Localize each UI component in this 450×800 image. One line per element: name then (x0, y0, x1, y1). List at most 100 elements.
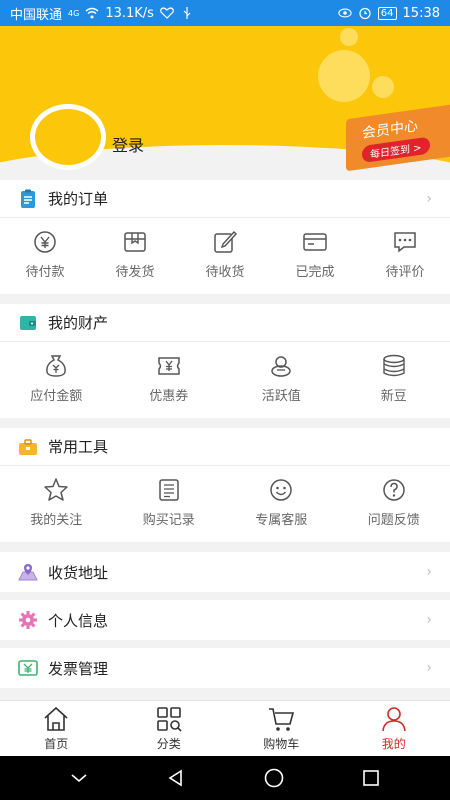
personal-info-row[interactable]: 个人信息 › (0, 600, 450, 640)
time-text: 15:38 (402, 5, 440, 21)
invoice-icon (18, 658, 38, 678)
clipboard-icon (18, 189, 38, 209)
tab-cart[interactable]: 购物车 (225, 701, 338, 756)
smile-icon (268, 477, 294, 503)
toolbox-icon (18, 437, 38, 457)
tab-home-label: 首页 (44, 737, 69, 751)
orders-title: 我的订单 (48, 190, 109, 208)
login-link[interactable]: 登录 (112, 132, 144, 156)
tab-category-label: 分类 (156, 737, 181, 751)
wealth-grid: 应付金额 优惠券 活跃值 新豆 (0, 342, 450, 414)
tab-mine[interactable]: 我的 (338, 701, 450, 756)
tool-feedback[interactable]: 问题反馈 (338, 477, 450, 528)
wealth-beans[interactable]: 新豆 (338, 353, 450, 404)
cart-icon (267, 705, 295, 733)
vip-center-title: 会员中心 (362, 118, 418, 143)
wealth-activity[interactable]: 活跃值 (225, 353, 338, 404)
wealth-title: 我的财产 (48, 314, 109, 332)
edit-icon (212, 229, 238, 255)
wealth-coupon-label: 优惠券 (149, 388, 189, 404)
order-pending-review[interactable]: 待评价 (360, 229, 450, 280)
decor-bubble (318, 50, 370, 102)
tool-customer-service-label: 专属客服 (255, 512, 308, 528)
gear-icon (18, 610, 38, 630)
wealth-beans-label: 新豆 (380, 388, 407, 404)
tools-title: 常用工具 (48, 438, 109, 456)
chevron-right-icon: › (426, 612, 432, 628)
tool-purchase-history[interactable]: 购买记录 (113, 477, 226, 528)
order-pending-receipt-label: 待收货 (205, 264, 245, 280)
chevron-right-icon: › (426, 660, 432, 676)
decor-bubble (372, 76, 394, 98)
order-pending-shipment[interactable]: 待发货 (90, 229, 180, 280)
order-pending-shipment-label: 待发货 (115, 264, 155, 280)
order-pending-review-label: 待评价 (385, 264, 425, 280)
order-completed-label: 已完成 (295, 264, 335, 280)
invoice-row[interactable]: 发票管理 › (0, 648, 450, 688)
decor-bubble (340, 28, 358, 46)
orders-grid: 待付款 待发货 待收货 已完成 待评价 (0, 218, 450, 290)
tool-favorites[interactable]: 我的关注 (0, 477, 113, 528)
tools-grid: 我的关注 购买记录 专属客服 问题反馈 (0, 466, 450, 538)
box-icon (122, 229, 148, 255)
chevron-right-icon: › (426, 190, 432, 207)
order-pending-receipt[interactable]: 待收货 (180, 229, 270, 280)
daily-checkin-button[interactable]: 每日签到 > (362, 136, 430, 164)
heart-monitor-icon (160, 6, 174, 20)
order-completed[interactable]: 已完成 (270, 229, 360, 280)
money-bag-icon (43, 353, 69, 379)
order-pending-payment-label: 待付款 (25, 264, 65, 280)
wealth-payable[interactable]: 应付金额 (0, 353, 113, 404)
gift-icon (268, 353, 294, 379)
home-circle-icon[interactable] (260, 764, 288, 792)
battery-level: 64 (377, 6, 397, 20)
wealth-header: 我的财产 (0, 304, 450, 342)
usb-icon (180, 6, 194, 20)
wealth-coupon[interactable]: 优惠券 (113, 353, 226, 404)
order-pending-payment[interactable]: 待付款 (0, 229, 90, 280)
receipt-icon (156, 477, 182, 503)
tools-section: 常用工具 我的关注 购买记录 专属客服 问题反馈 (0, 428, 450, 542)
avatar[interactable] (30, 104, 106, 170)
tool-purchase-history-label: 购买记录 (142, 512, 195, 528)
yen-cycle-icon (32, 229, 58, 255)
chevron-right-icon: › (426, 564, 432, 580)
coupon-icon (156, 353, 182, 379)
alarm-icon (358, 6, 372, 20)
card-icon (302, 229, 328, 255)
wallet-icon (18, 313, 38, 333)
tab-home[interactable]: 首页 (0, 701, 113, 756)
carrier-text: 中国联通 (10, 7, 63, 23)
coins-stack-icon (381, 353, 407, 379)
wealth-payable-label: 应付金额 (30, 388, 83, 404)
tab-mine-label: 我的 (381, 737, 406, 751)
orders-header[interactable]: 我的订单 › (0, 180, 450, 218)
tab-cart-label: 购物车 (263, 737, 300, 751)
network-text: 4G (68, 8, 80, 18)
address-label: 收货地址 (48, 563, 109, 582)
tools-header: 常用工具 (0, 428, 450, 466)
recents-icon[interactable] (357, 764, 385, 792)
tab-category[interactable]: 分类 (113, 701, 226, 756)
speed-text: 13.1K/s (105, 5, 154, 21)
system-nav-bar (0, 756, 450, 800)
comment-icon (392, 229, 418, 255)
wealth-section: 我的财产 应付金额 优惠券 活跃值 新豆 (0, 304, 450, 418)
invoice-label: 发票管理 (48, 659, 109, 678)
wealth-activity-label: 活跃值 (261, 388, 301, 404)
address-row[interactable]: 收货地址 › (0, 552, 450, 592)
status-bar: 中国联通 4G 13.1K/s 64 15:38 (0, 0, 450, 26)
star-icon (43, 477, 69, 503)
tool-favorites-label: 我的关注 (30, 512, 83, 528)
orders-section: 我的订单 › 待付款 待发货 待收货 已完成 待评价 (0, 180, 450, 294)
tool-customer-service[interactable]: 专属客服 (225, 477, 338, 528)
tool-feedback-label: 问题反馈 (367, 512, 420, 528)
home-icon (42, 705, 70, 733)
eye-icon (338, 6, 352, 20)
back-icon[interactable] (162, 764, 190, 792)
collapse-icon[interactable] (65, 764, 93, 792)
map-pin-icon (18, 562, 38, 582)
question-icon (381, 477, 407, 503)
category-icon (155, 705, 183, 733)
bottom-tab-bar: 首页 分类 购物车 我的 (0, 700, 450, 756)
